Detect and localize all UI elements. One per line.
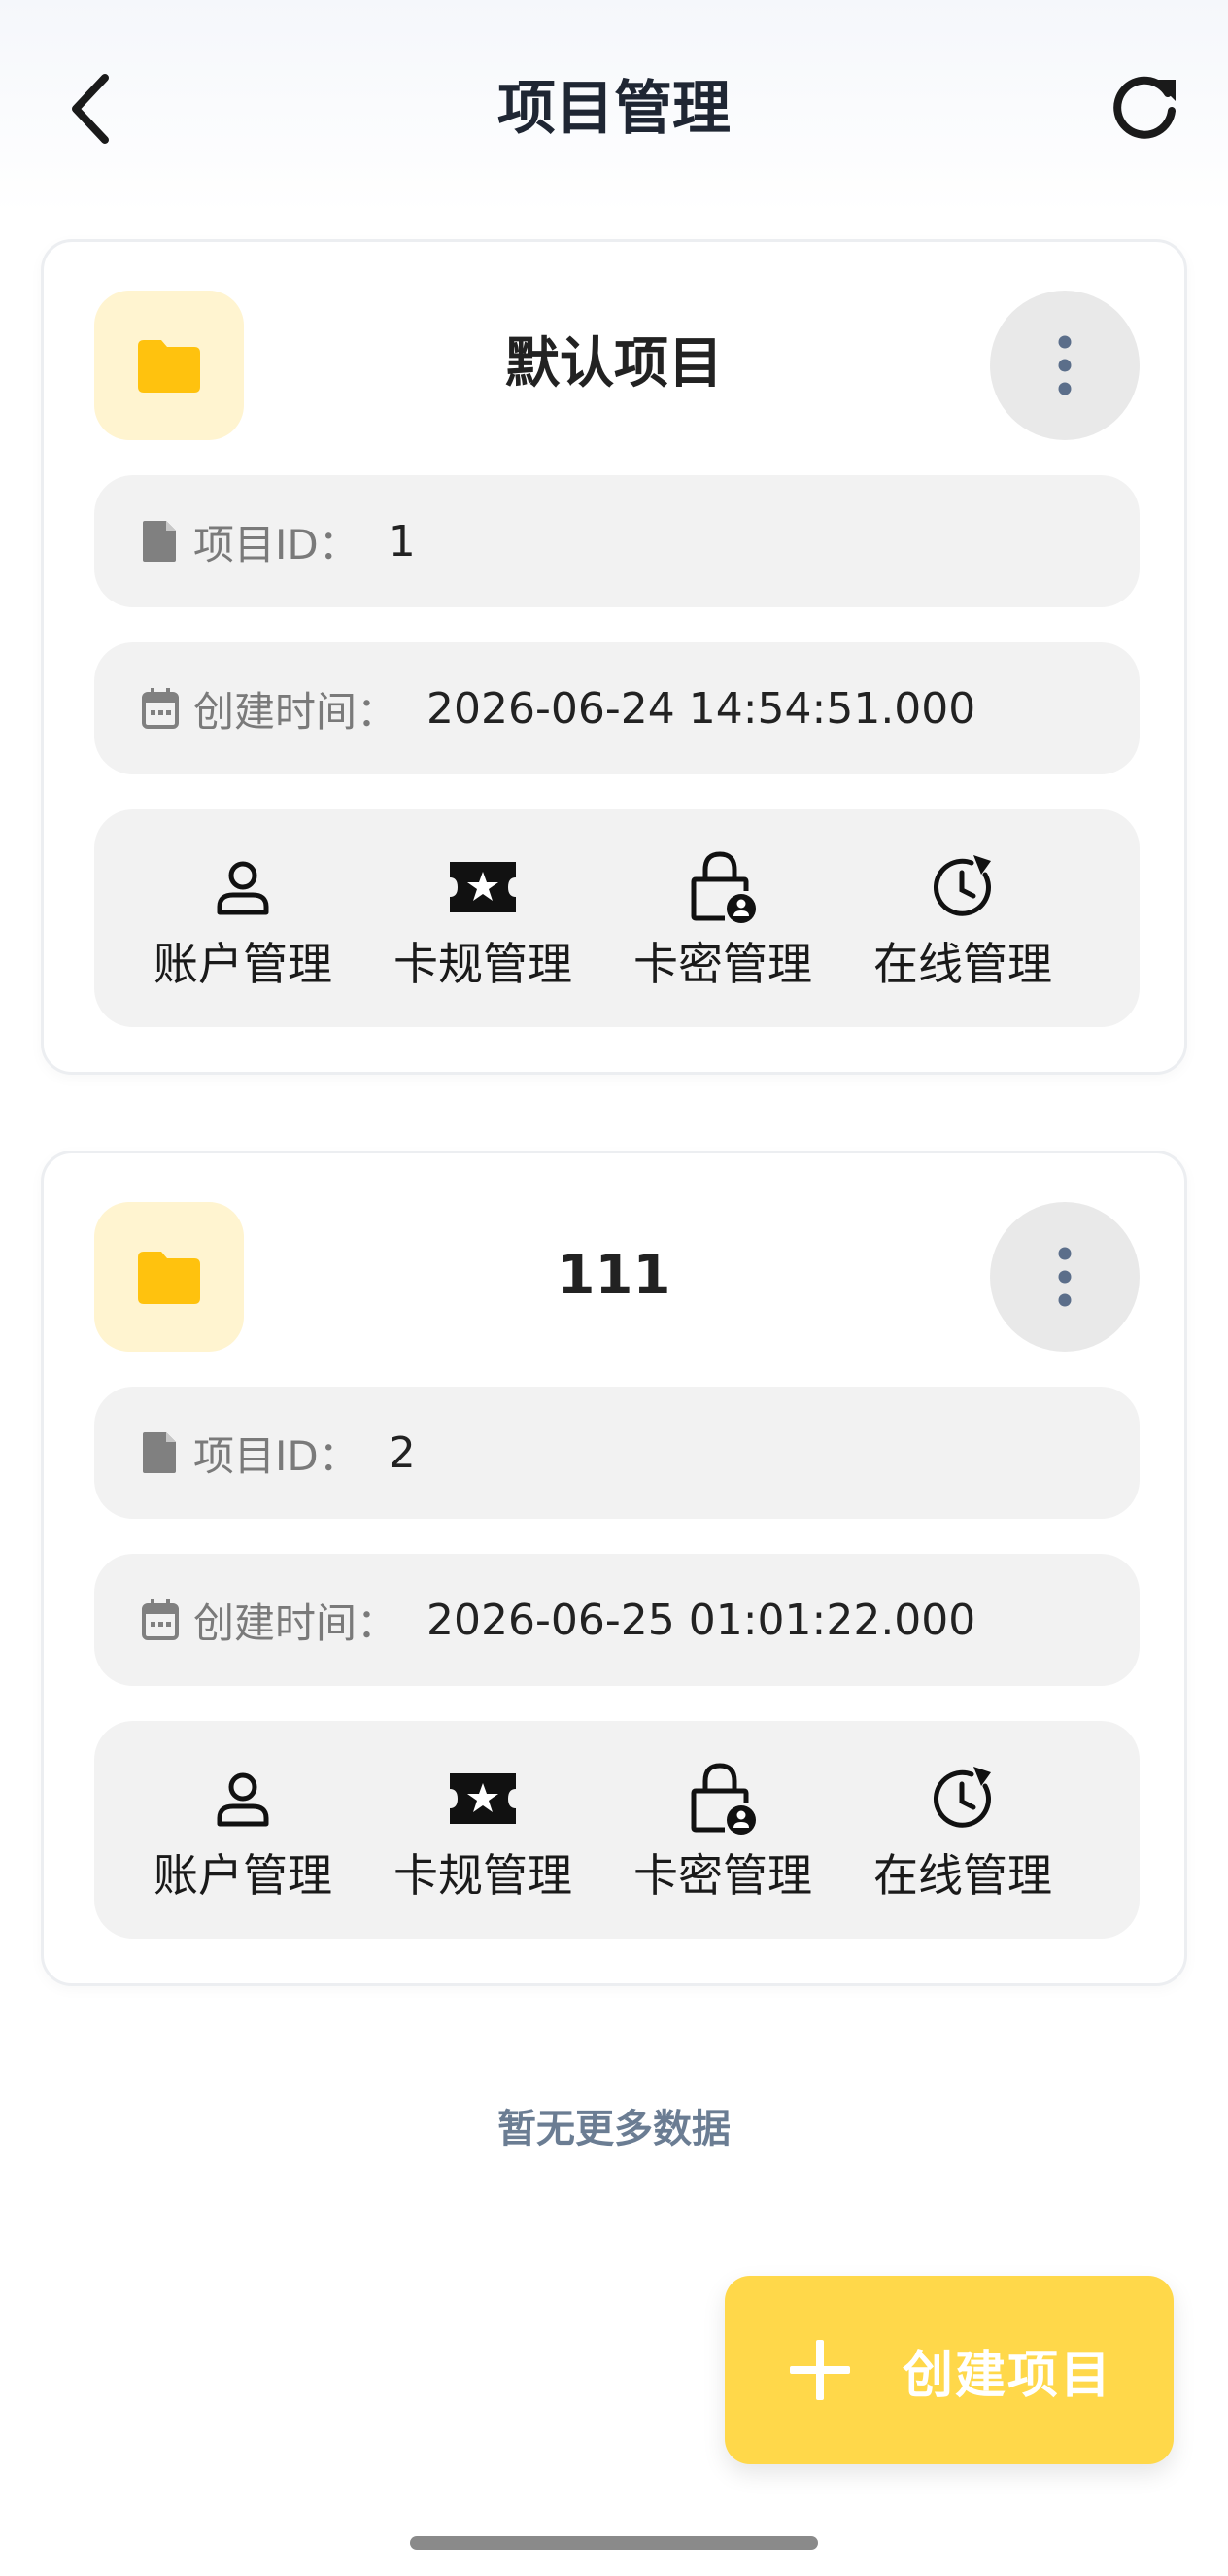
action-label: 卡密管理: [633, 1849, 812, 1902]
project-id-label: 项目ID：: [193, 1431, 359, 1480]
plus-icon: [789, 2340, 850, 2400]
more-options-button[interactable]: [990, 1202, 1140, 1352]
calendar-icon: [141, 686, 180, 731]
project-actions-panel: 账户管理 卡规管理 卡密管理 在线管理: [94, 1721, 1140, 1939]
lock-user-icon: [684, 848, 762, 926]
online-management-button[interactable]: 在线管理: [846, 848, 1079, 994]
refresh-icon: [1113, 76, 1176, 139]
document-icon: [141, 519, 180, 564]
created-time-label: 创建时间：: [193, 1598, 398, 1647]
ticket-star-icon: [444, 848, 522, 926]
refresh-button[interactable]: [1108, 68, 1185, 146]
created-time-row: 创建时间： 2026-06-24 14:54:51.000: [94, 642, 1140, 774]
created-time-value: 2026-06-25 01:01:22.000: [426, 1595, 976, 1645]
project-card: 默认项目 项目ID： 1 创建时间： 2026-06-24 14:54:51.0…: [41, 239, 1187, 1075]
action-label: 卡密管理: [633, 938, 812, 990]
home-indicator[interactable]: [410, 2536, 818, 2550]
project-id-value: 1: [388, 516, 416, 567]
more-vertical-icon: [1058, 1247, 1072, 1307]
more-vertical-icon: [1058, 335, 1072, 395]
clock-refresh-icon: [924, 848, 1002, 926]
created-time-row: 创建时间： 2026-06-25 01:01:22.000: [94, 1554, 1140, 1686]
top-bar: 项目管理: [0, 0, 1228, 214]
project-id-value: 2: [388, 1427, 416, 1478]
card-rule-management-button[interactable]: 卡规管理: [366, 848, 599, 994]
no-more-data-text: 暂无更多数据: [497, 2107, 731, 2151]
document-icon: [141, 1430, 180, 1475]
ticket-star-icon: [444, 1760, 522, 1838]
card-rule-management-button[interactable]: 卡规管理: [366, 1760, 599, 1906]
project-id-row: 项目ID： 2: [94, 1387, 1140, 1519]
project-id-row: 项目ID： 1: [94, 475, 1140, 607]
account-management-button[interactable]: 账户管理: [126, 1760, 359, 1906]
card-key-management-button[interactable]: 卡密管理: [606, 848, 839, 994]
project-actions-panel: 账户管理 卡规管理 卡密管理 在线管理: [94, 809, 1140, 1027]
card-key-management-button[interactable]: 卡密管理: [606, 1760, 839, 1906]
online-management-button[interactable]: 在线管理: [846, 1760, 1079, 1906]
create-project-button[interactable]: 创建项目: [725, 2276, 1174, 2464]
account-management-button[interactable]: 账户管理: [126, 848, 359, 994]
project-id-label: 项目ID：: [193, 520, 359, 568]
clock-refresh-icon: [924, 1760, 1002, 1838]
calendar-icon: [141, 1597, 180, 1642]
project-card: 111 项目ID： 2 创建时间： 2026-06-25 01:01:22.00…: [41, 1151, 1187, 1986]
user-icon: [204, 1760, 282, 1838]
action-label: 在线管理: [873, 938, 1052, 990]
action-label: 在线管理: [873, 1849, 1052, 1902]
create-project-label: 创建项目: [902, 2346, 1112, 2405]
action-label: 卡规管理: [393, 938, 572, 990]
page-title: 项目管理: [497, 75, 731, 143]
created-time-label: 创建时间：: [193, 687, 398, 736]
action-label: 账户管理: [154, 938, 332, 990]
user-icon: [204, 848, 282, 926]
more-options-button[interactable]: [990, 291, 1140, 440]
action-label: 卡规管理: [393, 1849, 572, 1902]
created-time-value: 2026-06-24 14:54:51.000: [426, 683, 976, 734]
action-label: 账户管理: [154, 1849, 332, 1902]
project-management-page: 项目管理 默认项目 项目ID： 1 创建时间： 2026-06-24 14:54…: [0, 0, 1228, 2576]
lock-user-icon: [684, 1760, 762, 1838]
